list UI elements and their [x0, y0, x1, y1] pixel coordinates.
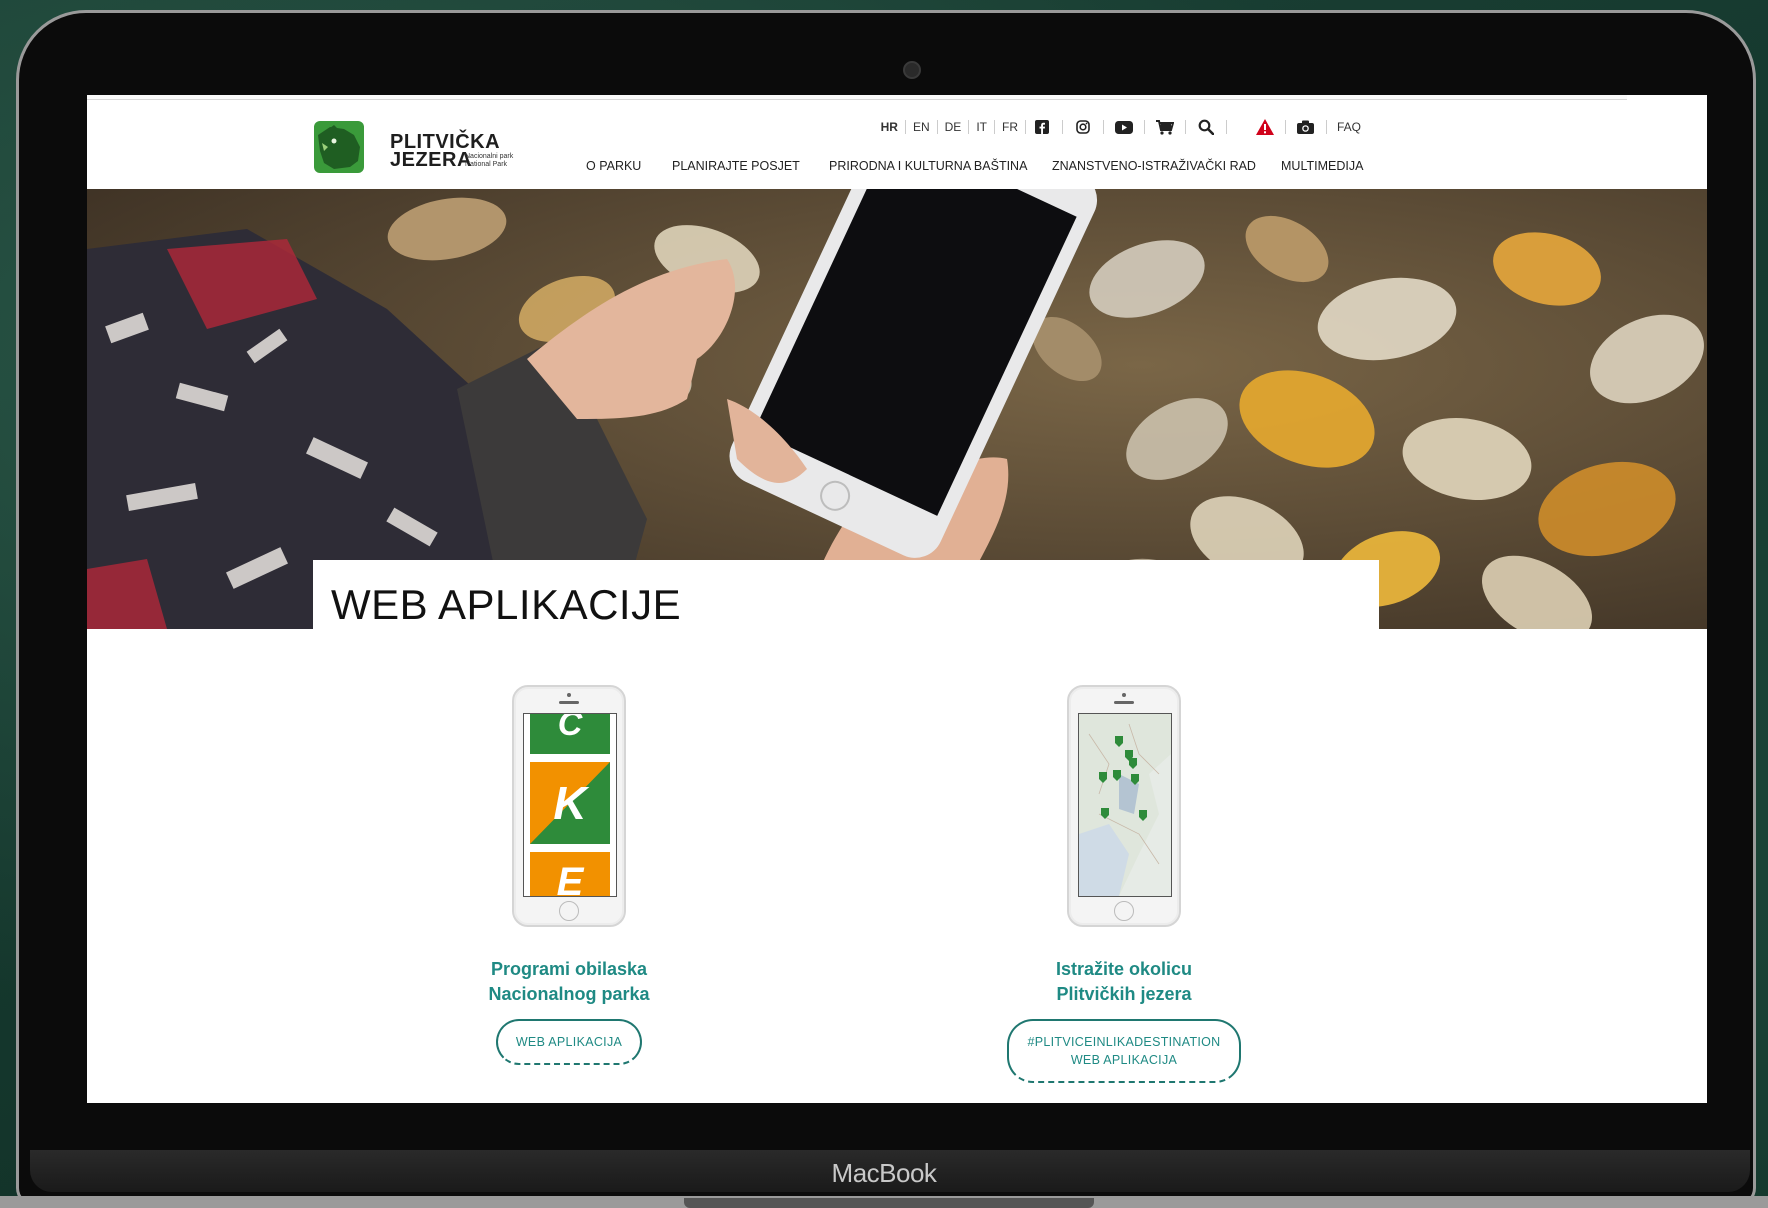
- facebook-icon[interactable]: [1026, 118, 1058, 136]
- site-header: PLITVIČKA JEZERA Nacionalni park Nationa…: [87, 101, 1707, 189]
- alert-icon[interactable]: [1249, 118, 1281, 136]
- divider: [1325, 120, 1327, 134]
- laptop-brand-label: MacBook: [831, 1158, 937, 1188]
- card-title: Programi obilaska Nacionalnog parka: [409, 957, 729, 1007]
- button-label: WEB APLIKACIJA: [515, 1035, 623, 1049]
- browser-viewport: PLITVIČKA JEZERA Nacionalni park Nationa…: [87, 95, 1707, 1103]
- lang-fr[interactable]: FR: [995, 120, 1026, 134]
- faq-link[interactable]: FAQ: [1331, 120, 1361, 134]
- lang-de[interactable]: DE: [938, 120, 970, 134]
- lang-en[interactable]: EN: [906, 120, 938, 134]
- screen-letter-e: E: [556, 860, 584, 897]
- divider: [1284, 120, 1286, 134]
- logo-text-line2: JEZERA: [390, 149, 472, 171]
- search-icon[interactable]: [1190, 118, 1222, 136]
- instagram-icon[interactable]: [1067, 118, 1099, 136]
- app-card-istrazite: Istražite okolicu Plitvičkih jezera #PLI…: [964, 685, 1284, 1083]
- phone-camera: [1122, 693, 1126, 697]
- nav-multimedija[interactable]: MULTIMEDIJA: [1281, 159, 1363, 173]
- card-title-line2: Nacionalnog parka: [488, 984, 650, 1004]
- lang-it[interactable]: IT: [969, 120, 995, 134]
- phone-mockup: [1067, 685, 1181, 927]
- cart-icon[interactable]: [1149, 118, 1181, 136]
- page-title: WEB APLIKACIJE: [331, 581, 682, 628]
- phone-screen: C K E: [523, 713, 617, 897]
- plitviceinlika-web-aplikacija-button[interactable]: #PLITVICEINLIKADESTINATION WEB APLIKACIJ…: [1007, 1019, 1241, 1083]
- phone-speaker: [1114, 701, 1134, 704]
- top-border: [87, 95, 1627, 100]
- screen-letter-c: C: [557, 713, 583, 743]
- nav-prirodna-i-kulturna-bastina[interactable]: PRIRODNA I KULTURNA BAŠTINA: [829, 159, 1027, 173]
- youtube-icon[interactable]: [1108, 118, 1140, 136]
- logo-subtitle-2: National Park: [465, 161, 508, 168]
- divider: [1061, 120, 1063, 134]
- lang-hr[interactable]: HR: [874, 120, 906, 134]
- card-title-line1: Programi obilaska: [490, 959, 648, 979]
- divider: [1225, 120, 1227, 134]
- button-label-line1: #PLITVICEINLIKADESTINATION: [1027, 1035, 1221, 1049]
- site-logo[interactable]: [314, 121, 364, 173]
- card-title-line1: Istražite okolicu: [1055, 959, 1193, 979]
- web-aplikacija-button[interactable]: WEB APLIKACIJA: [495, 1019, 643, 1065]
- laptop-hinge: [684, 1198, 1094, 1208]
- card-title-line2: Plitvičkih jezera: [1056, 984, 1192, 1004]
- phone-speaker: [559, 701, 579, 704]
- button-label-line2: WEB APLIKACIJA: [1070, 1053, 1178, 1067]
- phone-screen-map: [1078, 713, 1172, 897]
- nav-o-parku[interactable]: O PARKU: [586, 159, 641, 173]
- phone-home-button: [559, 901, 579, 921]
- divider: [1143, 120, 1145, 134]
- phone-home-button: [1114, 901, 1134, 921]
- camera-icon[interactable]: [1290, 118, 1322, 136]
- utility-bar: HR EN DE IT FR FAQ: [874, 118, 1361, 136]
- phone-mockup: C K E: [512, 685, 626, 927]
- screen-letter-k: K: [553, 777, 587, 829]
- nav-planirajte-posjet[interactable]: PLANIRAJTE POSJET: [672, 159, 800, 173]
- card-title: Istražite okolicu Plitvičkih jezera: [964, 957, 1284, 1007]
- nav-znanstveno-istrazivacki-rad[interactable]: ZNANSTVENO-ISTRAŽIVAČKI RAD: [1052, 159, 1256, 173]
- divider: [1102, 120, 1104, 134]
- logo-subtitle-1: Nacionalni park: [465, 153, 514, 160]
- phone-camera: [567, 693, 571, 697]
- app-card-programi: C K E Programi obilaska Nacionalnog park…: [409, 685, 729, 1065]
- webcam: [903, 61, 921, 79]
- divider: [1184, 120, 1186, 134]
